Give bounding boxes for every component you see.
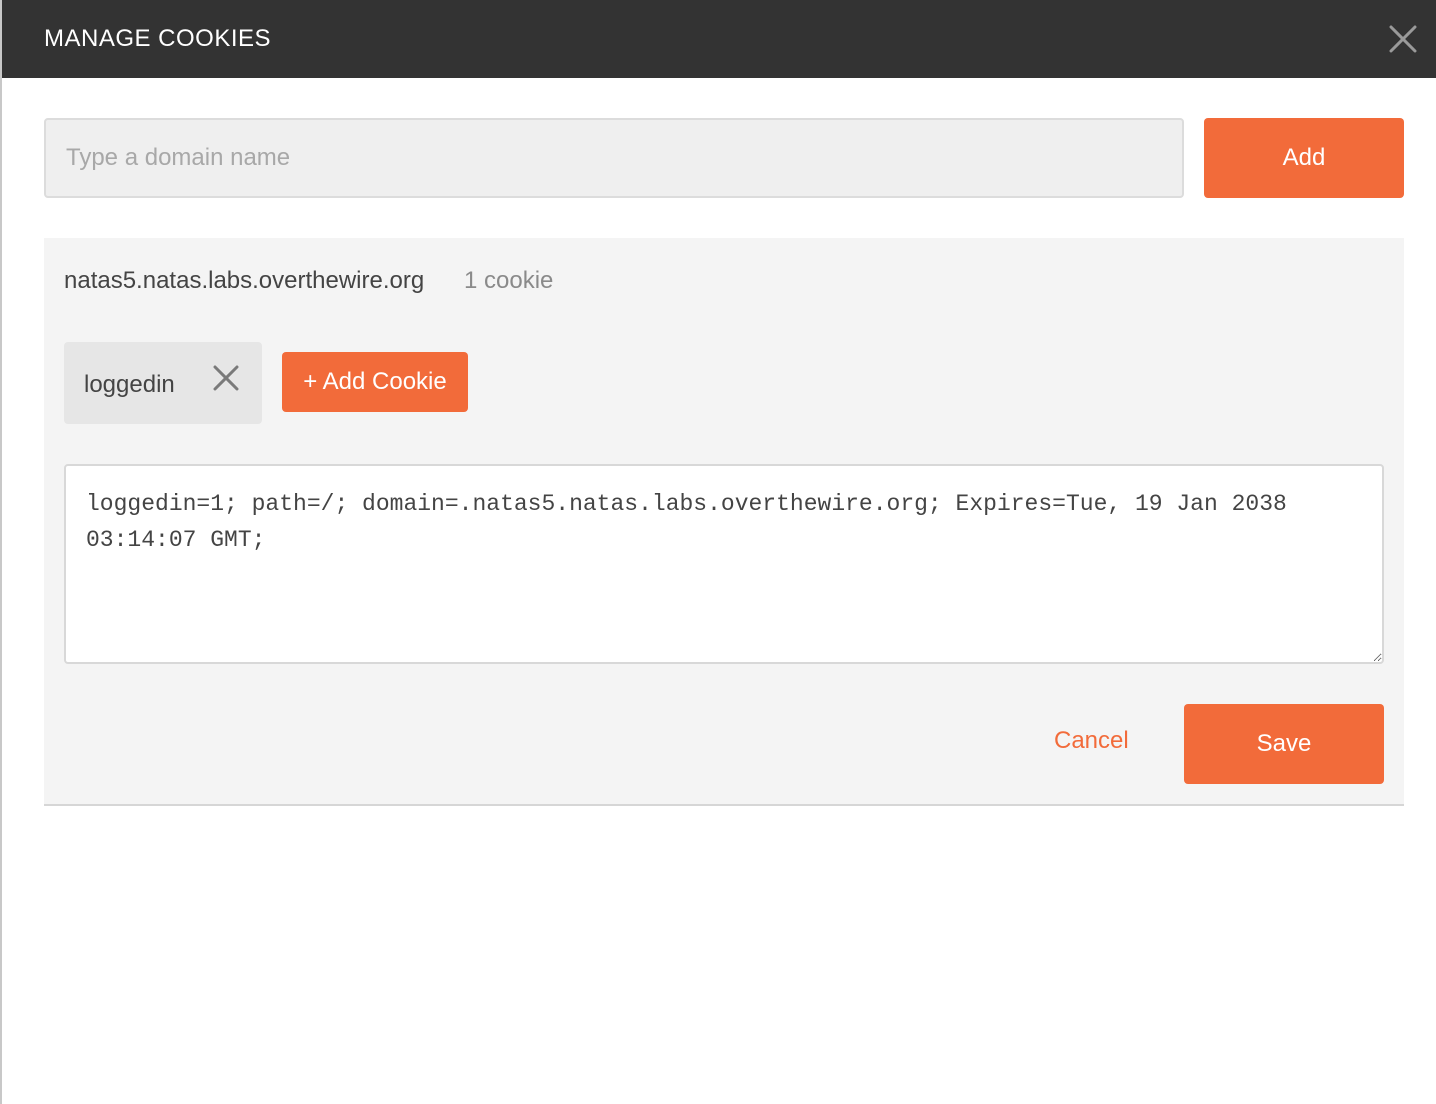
cookie-value-editor[interactable]: loggedin=1; path=/; domain=.natas5.natas… xyxy=(64,464,1384,664)
domain-name: natas5.natas.labs.overthewire.org xyxy=(64,267,425,294)
cancel-button[interactable]: Cancel xyxy=(1054,726,1129,756)
cookie-chip-loggedin[interactable]: loggedin xyxy=(64,342,262,424)
cookie-count: 1 cookie xyxy=(464,267,554,294)
add-domain-button[interactable]: Add xyxy=(1204,118,1404,198)
remove-cookie-icon[interactable] xyxy=(212,364,240,392)
add-cookie-button[interactable]: + Add Cookie xyxy=(282,352,468,412)
dialog-title: MANAGE COOKIES xyxy=(44,25,272,52)
domain-panel: natas5.natas.labs.overthewire.org 1 cook… xyxy=(44,238,1404,806)
save-button[interactable]: Save xyxy=(1184,704,1384,784)
manage-cookies-dialog: MANAGE COOKIES Add natas5.natas.labs.ove… xyxy=(0,0,1436,1104)
close-icon[interactable] xyxy=(1386,22,1420,56)
dialog-titlebar: MANAGE COOKIES xyxy=(2,0,1436,78)
cookie-chip-label: loggedin xyxy=(84,371,175,398)
domain-name-input[interactable] xyxy=(44,118,1184,198)
